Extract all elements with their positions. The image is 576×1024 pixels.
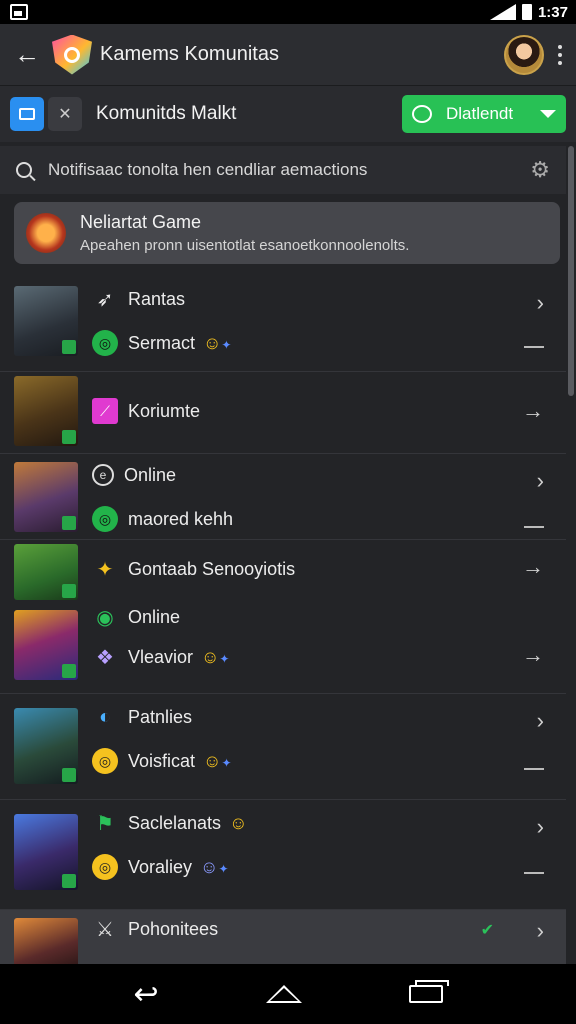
featured-game-icon [26,213,66,253]
app-title: Kamems Komunitas [100,43,279,65]
list-item[interactable]: ◉ Online ❖ Vleavior ☺✦ → [0,598,566,694]
system-nav-bar: ↩ [0,964,576,1024]
pink-square-icon: ⟋ [92,398,118,424]
emoji-icon: ☺✦ [201,646,230,667]
arrow-right-icon[interactable]: → [522,642,544,668]
outline-circle-icon: e [92,464,114,486]
emoji-icon: ☺✦ [203,750,232,771]
list-item[interactable]: e Online ◎ maored kehh › [0,454,566,540]
featured-subtitle: Apeahen pronn uisentotlat esanoetkonnool… [80,237,410,254]
list-item[interactable]: ➶ Rantas ◎ Sermact ☺✦ › [0,276,566,372]
chevron-right-icon[interactable]: › [537,708,544,734]
badge-icon [62,340,76,354]
row-subtitle: Vleavior [128,646,194,667]
crescent-icon: ◐ [98,705,112,728]
chevron-down-icon [540,110,556,118]
row-title: Koriumte [128,400,201,421]
emoji-icon: ☺✦ [200,856,229,877]
game-thumbnail [14,462,78,532]
badge-icon [62,516,76,530]
collapse-icon[interactable] [524,526,544,528]
collapse-icon[interactable] [524,872,544,874]
chevron-right-icon[interactable]: › [537,468,544,494]
collapse-icon[interactable] [524,768,544,770]
community-title: Komunitds Malkt [96,103,237,124]
gallery-notification-icon [10,4,28,20]
nav-home-icon[interactable] [265,985,302,1003]
search-bar[interactable]: Notifisaac tonolta hen cendliar aemactio… [0,146,566,194]
row-subtitle: maored kehh [128,508,234,529]
row-title: Online [124,464,177,485]
game-thumbnail [14,376,78,446]
game-thumbnail [14,918,78,964]
green-circle-icon: ◎ [92,330,118,356]
search-input[interactable]: Notifisaac tonolta hen cendliar aemactio… [48,160,530,180]
badge-icon [62,584,76,598]
nav-recents-icon[interactable] [408,980,449,1003]
join-button-label: Dlatlendt [446,104,514,123]
row-subtitle: Voisficat [128,750,196,771]
row-title: Rantas [128,288,186,309]
nav-back-icon[interactable]: ↩ [133,977,158,1012]
avatar[interactable] [504,34,544,75]
gem-icon: ❖ [96,646,114,669]
star-icon: ✦ [96,558,114,581]
collapse-icon[interactable] [524,346,544,348]
status-bar: 1:37 [0,0,576,24]
yellow-circle-icon: ◎ [92,748,118,774]
game-thumbnail [14,610,78,680]
app-logo-icon [52,34,92,75]
badge-icon [62,768,76,782]
game-thumbnail [14,708,78,784]
game-thumbnail [14,286,78,356]
chevron-right-icon[interactable]: › [537,290,544,316]
back-arrow-icon[interactable]: ← [14,39,46,70]
yellow-circle-icon: ◎ [92,854,118,880]
crossed-swords-icon: ⚔ [96,918,114,941]
arrow-right-icon[interactable]: → [522,398,544,424]
game-thumbnail [14,814,78,890]
eye-icon: ◉ [96,606,114,629]
chevron-right-icon[interactable]: › [537,814,544,840]
chevron-right-icon[interactable]: › [537,918,544,944]
featured-card[interactable]: Neliartat Game Apeahen pronn uisentotlat… [14,202,560,264]
list-item[interactable]: ✦ Gontaab Senooyiotis → [0,540,566,600]
community-bar: ✕ Komunitds Malkt Dlatlendt [0,86,576,142]
row-title: Pohonitees [128,918,219,939]
more-options-icon[interactable] [558,44,562,65]
check-icon: ✔ [480,922,494,939]
status-time: 1:37 [537,3,568,21]
badge-icon [62,664,76,678]
emoji-icon: ☺ [229,812,248,833]
row-title: Saclelanats [128,812,222,833]
signal-icon [489,4,516,20]
join-dropdown-button[interactable]: Dlatlendt [402,95,566,133]
sword-icon: ➶ [96,288,114,311]
row-title: Gontaab Senooyiotis [128,558,296,579]
battery-icon [521,4,532,20]
gear-icon[interactable]: ⚙ [530,157,550,183]
emoji-icon: ☺✦ [203,332,232,353]
list-item[interactable]: ⟋ Koriumte → [0,372,566,454]
row-subtitle: Voraliey [128,856,193,877]
arrow-right-icon[interactable]: → [522,554,544,580]
row-title: Online [128,606,181,627]
badge-icon [62,874,76,888]
tools-icon[interactable]: ✕ [48,97,82,131]
app-bar: ← Kamems Komunitas [0,24,576,86]
row-title: Patnlies [128,706,193,727]
list-item[interactable]: ⚔ Pohonitees ✔ › [0,910,566,964]
chat-icon [412,105,432,123]
scrollbar[interactable] [568,146,574,396]
search-icon [16,162,32,178]
flag-icon: ⚑ [96,812,114,835]
list-item[interactable]: ⚑ Saclelanats ☺ ◎ Voraliey ☺✦ › [0,800,566,910]
badge-icon [62,430,76,444]
list-item[interactable]: ◐ Patnlies ◎ Voisficat ☺✦ › [0,694,566,800]
game-thumbnail [14,544,78,600]
row-subtitle: Sermact [128,332,196,353]
featured-title: Neliartat Game [80,212,202,232]
community-icon[interactable] [10,97,44,131]
green-circle-icon: ◎ [92,506,118,532]
